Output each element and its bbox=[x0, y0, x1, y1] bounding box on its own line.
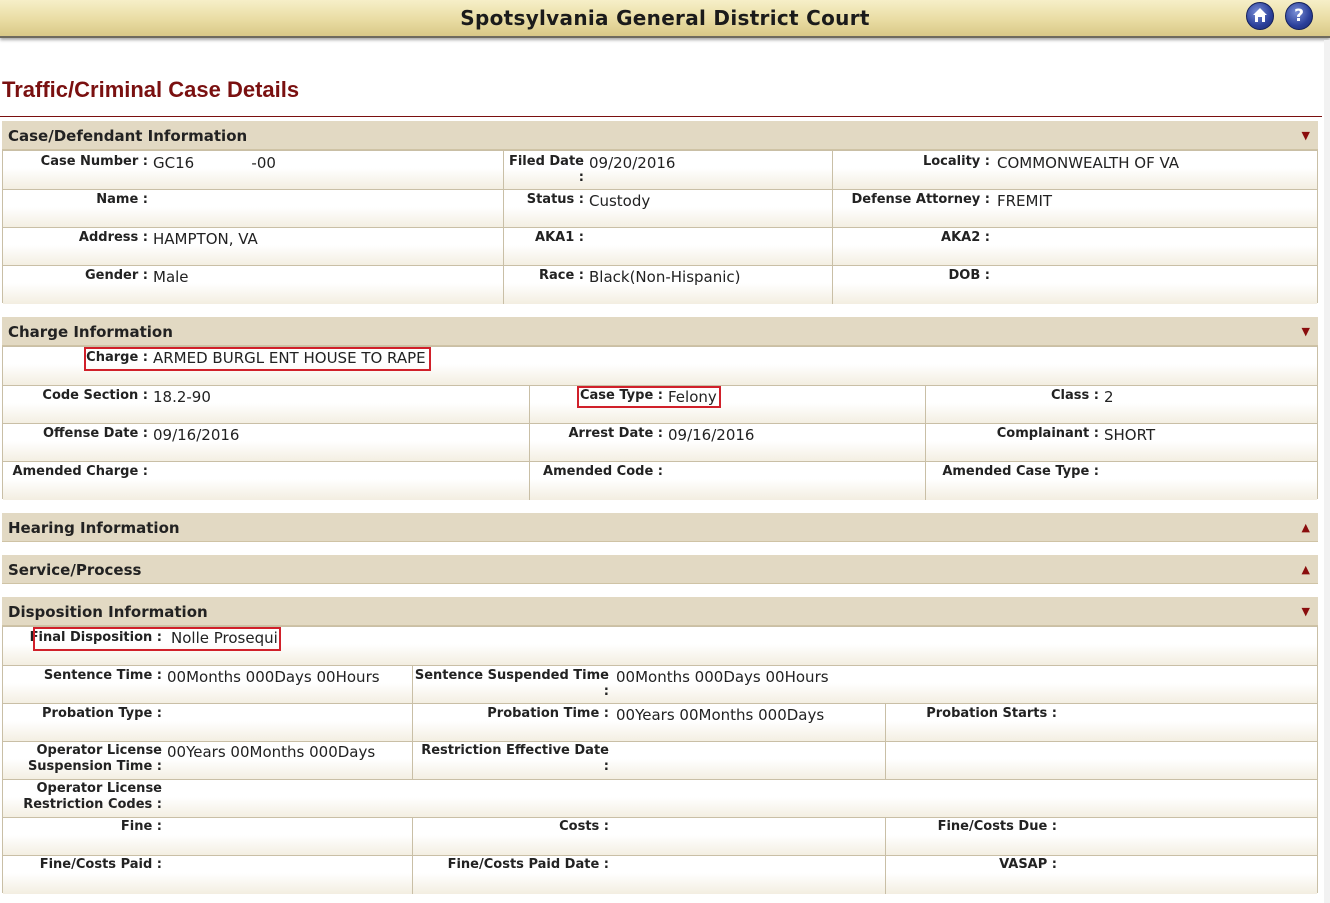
operator-license-suspension-value: 00Years 00Months 000Days bbox=[167, 743, 376, 761]
probation-time-label: Probation Time : bbox=[487, 706, 609, 721]
probation-type-label: Probation Type : bbox=[42, 706, 162, 721]
arrest-date-value: 09/16/2016 bbox=[668, 426, 755, 444]
race-label: Race : bbox=[538, 268, 584, 283]
section-title: Disposition Information bbox=[8, 603, 208, 621]
section-title: Charge Information bbox=[8, 323, 173, 341]
table-row: Offense Date : 09/16/2016 Arrest Date : … bbox=[3, 423, 1317, 462]
address-label: Address : bbox=[78, 230, 148, 245]
defense-attorney-label: Defense Attorney : bbox=[851, 192, 990, 207]
page-title: Traffic/Criminal Case Details bbox=[2, 77, 300, 102]
gender-value: Male bbox=[153, 268, 189, 286]
table-row: Final Disposition : Nolle Prosequi bbox=[3, 627, 1317, 665]
amended-charge-label: Amended Charge : bbox=[12, 464, 148, 479]
table-row: Case Number : GC16 -00 Filed Date : 09/2… bbox=[3, 151, 1317, 189]
section-title: Service/Process bbox=[8, 561, 142, 579]
collapse-arrow-icon[interactable]: ▼ bbox=[1302, 605, 1310, 618]
vasap-label: VASAP : bbox=[999, 857, 1057, 872]
offense-date-value: 09/16/2016 bbox=[153, 426, 240, 444]
expand-arrow-icon[interactable]: ▲ bbox=[1302, 563, 1310, 576]
section-header-service[interactable]: Service/Process ▲ bbox=[2, 555, 1318, 584]
code-section-value: 18.2-90 bbox=[153, 388, 211, 406]
fine-costs-due-label: Fine/Costs Due : bbox=[937, 819, 1057, 834]
table-row: Fine/Costs Paid : Fine/Costs Paid Date :… bbox=[3, 855, 1317, 894]
section-header-case[interactable]: Case/Defendant Information ▼ bbox=[2, 121, 1318, 150]
fine-costs-paid-date-label: Fine/Costs Paid Date : bbox=[447, 857, 609, 872]
table-row: Address : HAMPTON, VA AKA1 : AKA2 : bbox=[3, 227, 1317, 266]
status-label: Status : bbox=[526, 192, 584, 207]
table-row: Charge : ARMED BURGL ENT HOUSE TO RAPE bbox=[3, 347, 1317, 385]
charge-highlight bbox=[84, 347, 431, 371]
locality-value: COMMONWEALTH OF VA bbox=[997, 154, 1180, 172]
section-header-charge[interactable]: Charge Information ▼ bbox=[2, 317, 1318, 346]
class-value: 2 bbox=[1104, 388, 1114, 406]
amended-code-label: Amended Code : bbox=[543, 464, 663, 479]
case-type-highlight bbox=[577, 386, 721, 408]
section-header-hearing[interactable]: Hearing Information ▲ bbox=[2, 513, 1318, 542]
complainant-label: Complainant : bbox=[996, 426, 1099, 441]
defense-attorney-value: FREMIT bbox=[997, 192, 1053, 210]
probation-time-value: 00Years 00Months 000Days bbox=[616, 706, 825, 724]
filed-date-label: Filed Date : bbox=[508, 154, 584, 185]
operator-license-restriction-label: Operator License Restriction Codes : bbox=[23, 781, 162, 812]
table-row: Code Section : 18.2-90 Case Type : Felon… bbox=[3, 385, 1317, 424]
amended-case-type-label: Amended Case Type : bbox=[942, 464, 1099, 479]
table-row: Operator License Suspension Time : 00Yea… bbox=[3, 741, 1317, 780]
table-row: Amended Charge : Amended Code : Amended … bbox=[3, 461, 1317, 500]
class-label: Class : bbox=[1051, 388, 1099, 403]
charge-details-grid: Charge : ARMED BURGL ENT HOUSE TO RAPE C… bbox=[2, 346, 1318, 500]
complainant-value: SHORT bbox=[1104, 426, 1156, 444]
fine-costs-paid-label: Fine/Costs Paid : bbox=[39, 857, 162, 872]
sentence-suspended-label: Sentence Suspended Time : bbox=[414, 668, 609, 699]
race-value: Black(Non-Hispanic) bbox=[589, 268, 741, 286]
aka1-label: AKA1 : bbox=[535, 230, 584, 245]
locality-label: Locality : bbox=[922, 154, 990, 169]
fine-label: Fine : bbox=[120, 819, 162, 834]
top-banner: Spotsylvania General District Court ? bbox=[0, 0, 1330, 38]
sentence-suspended-value: 00Months 000Days 00Hours bbox=[616, 668, 829, 686]
code-section-label: Code Section : bbox=[42, 388, 148, 403]
costs-label: Costs : bbox=[559, 819, 609, 834]
table-row: Gender : Male Race : Black(Non-Hispanic)… bbox=[3, 265, 1317, 304]
table-row: Operator License Restriction Codes : bbox=[3, 779, 1317, 818]
table-row: Probation Type : Probation Time : 00Year… bbox=[3, 703, 1317, 742]
status-value: Custody bbox=[589, 192, 651, 210]
dob-label: DOB : bbox=[948, 268, 990, 283]
arrest-date-label: Arrest Date : bbox=[568, 426, 664, 441]
case-number-label: Case Number : bbox=[40, 154, 148, 169]
operator-license-suspension-label: Operator License Suspension Time : bbox=[27, 743, 162, 774]
gender-label: Gender : bbox=[84, 268, 148, 283]
sentence-time-value: 00Months 000Days 00Hours bbox=[167, 668, 380, 686]
sentence-time-label: Sentence Time : bbox=[43, 668, 162, 683]
court-name: Spotsylvania General District Court bbox=[460, 6, 870, 30]
table-row: Fine : Costs : Fine/Costs Due : bbox=[3, 817, 1317, 856]
home-icon[interactable] bbox=[1246, 2, 1274, 30]
case-details-grid: Case Number : GC16 -00 Filed Date : 09/2… bbox=[2, 150, 1318, 304]
vertical-scrollbar[interactable] bbox=[1324, 40, 1330, 903]
help-icon[interactable]: ? bbox=[1285, 2, 1313, 30]
collapse-arrow-icon[interactable]: ▼ bbox=[1302, 325, 1310, 338]
case-number-value: GC16 -00 bbox=[153, 154, 276, 172]
collapse-arrow-icon[interactable]: ▼ bbox=[1302, 129, 1310, 142]
title-divider bbox=[0, 116, 1322, 117]
expand-arrow-icon[interactable]: ▲ bbox=[1302, 521, 1310, 534]
name-label: Name : bbox=[96, 192, 148, 207]
disposition-details-grid: Final Disposition : Nolle Prosequi Sente… bbox=[2, 626, 1318, 894]
filed-date-value: 09/20/2016 bbox=[589, 154, 676, 172]
restriction-effective-date-label: Restriction Effective Date : bbox=[421, 743, 609, 774]
probation-starts-label: Probation Starts : bbox=[926, 706, 1057, 721]
address-value: HAMPTON, VA bbox=[153, 230, 258, 248]
section-title: Hearing Information bbox=[8, 519, 180, 537]
final-disposition-highlight bbox=[33, 627, 281, 651]
section-title: Case/Defendant Information bbox=[8, 127, 248, 145]
table-row: Name : Status : Custody Defense Attorney… bbox=[3, 189, 1317, 228]
offense-date-label: Offense Date : bbox=[42, 426, 148, 441]
table-row: Sentence Time : 00Months 000Days 00Hours… bbox=[3, 665, 1317, 704]
aka2-label: AKA2 : bbox=[941, 230, 990, 245]
section-header-disposition[interactable]: Disposition Information ▼ bbox=[2, 597, 1318, 626]
